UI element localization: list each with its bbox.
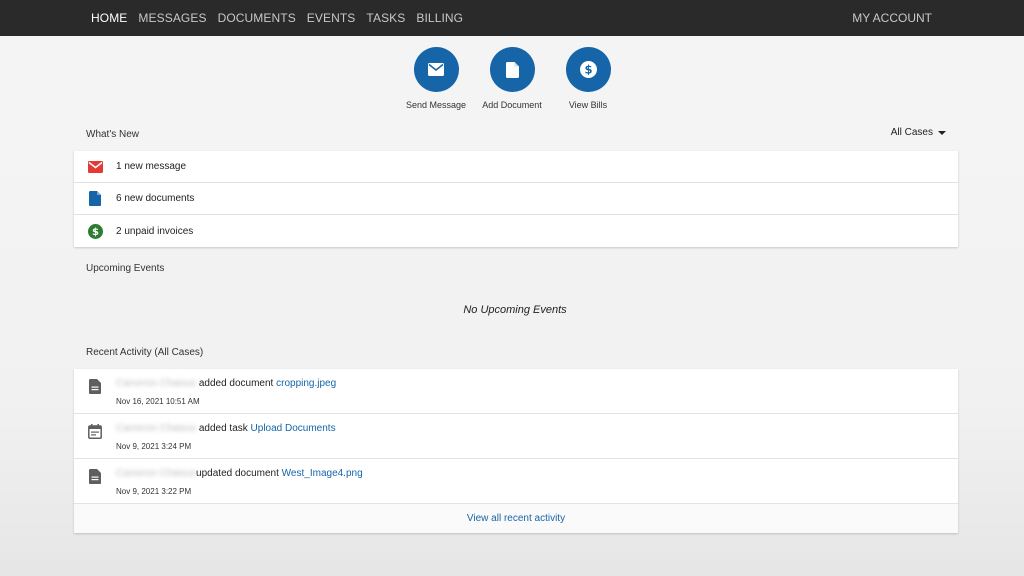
activity-user: Cameron Chaisus (116, 423, 197, 434)
activity-link[interactable]: cropping.jpeg (276, 378, 336, 389)
dollar-icon: $ (87, 223, 103, 239)
svg-text:$: $ (584, 63, 592, 77)
activity-row: Cameron Chaisus added document cropping.… (74, 369, 958, 414)
nav-tasks[interactable]: TASKS (366, 11, 405, 25)
cases-filter-dropdown[interactable]: All Cases (891, 127, 946, 138)
dollar-icon: $ (579, 61, 597, 78)
upcoming-events-title: Upcoming Events (86, 263, 165, 274)
news-item-label: 2 unpaid invoices (116, 225, 194, 237)
document-icon (89, 379, 101, 394)
activity-action: updated document (196, 468, 282, 479)
document-icon (89, 191, 101, 206)
nav-messages[interactable]: MESSAGES (138, 11, 206, 25)
nav-documents[interactable]: DOCUMENTS (218, 11, 296, 25)
document-icon (89, 469, 101, 484)
recent-activity-title: Recent Activity (All Cases) (86, 347, 204, 358)
whats-new-card: 1 new message 6 new documents $ 2 unpaid… (74, 151, 958, 247)
main-nav: HOME MESSAGES DOCUMENTS EVENTS TASKS BIL… (91, 0, 474, 36)
add-document-label: Add Document (482, 100, 542, 110)
view-bills-label: View Bills (568, 100, 608, 110)
my-account-link[interactable]: MY ACCOUNT (852, 0, 932, 36)
top-navigation-bar: HOME MESSAGES DOCUMENTS EVENTS TASKS BIL… (0, 0, 1024, 36)
view-bills-button[interactable]: $ View Bills (550, 47, 626, 110)
add-document-circle[interactable] (489, 47, 535, 92)
view-all-activity-link[interactable]: View all recent activity (74, 504, 958, 533)
news-item-invoices[interactable]: $ 2 unpaid invoices (74, 215, 958, 247)
recent-activity-card: Cameron Chaisus added document cropping.… (74, 369, 958, 533)
view-bills-circle[interactable]: $ (565, 47, 611, 92)
svg-text:$: $ (92, 227, 99, 238)
nav-events[interactable]: EVENTS (307, 11, 356, 25)
send-message-label: Send Message (405, 100, 467, 110)
activity-timestamp: Nov 9, 2021 3:22 PM (116, 487, 192, 496)
envelope-icon (87, 160, 103, 173)
add-document-button[interactable]: Add Document (474, 47, 550, 110)
nav-home[interactable]: HOME (91, 11, 127, 25)
news-item-messages[interactable]: 1 new message (74, 151, 958, 183)
send-message-button[interactable]: Send Message (398, 47, 474, 110)
news-item-label: 1 new message (116, 161, 187, 172)
activity-action: added document (196, 378, 277, 389)
envelope-icon (428, 63, 444, 76)
caret-down-icon (938, 130, 946, 135)
cases-filter-label: All Cases (890, 127, 933, 138)
activity-user: Cameron Chaisus (116, 378, 197, 389)
activity-link[interactable]: West_Image4.png (282, 468, 363, 479)
activity-user: Cameron Chaisus (116, 468, 197, 479)
activity-action: added task (196, 423, 251, 434)
activity-row: Cameron Chaisus added task Upload Docume… (74, 414, 958, 459)
document-icon (505, 61, 519, 78)
send-message-circle[interactable] (413, 47, 459, 92)
activity-timestamp: Nov 16, 2021 10:51 AM (116, 397, 200, 406)
quick-actions: Send Message Add Document $ View Bills (0, 47, 1024, 110)
whats-new-title: What's New (86, 129, 140, 140)
no-events-message: No Upcoming Events (463, 304, 567, 316)
nav-billing[interactable]: BILLING (416, 11, 463, 25)
activity-row: Cameron Chaisusupdated document West_Ima… (74, 459, 958, 504)
calendar-icon (88, 424, 102, 439)
news-item-documents[interactable]: 6 new documents (74, 183, 958, 215)
news-item-label: 6 new documents (116, 193, 195, 204)
activity-timestamp: Nov 9, 2021 3:24 PM (116, 442, 192, 451)
activity-link[interactable]: Upload Documents (251, 423, 336, 434)
